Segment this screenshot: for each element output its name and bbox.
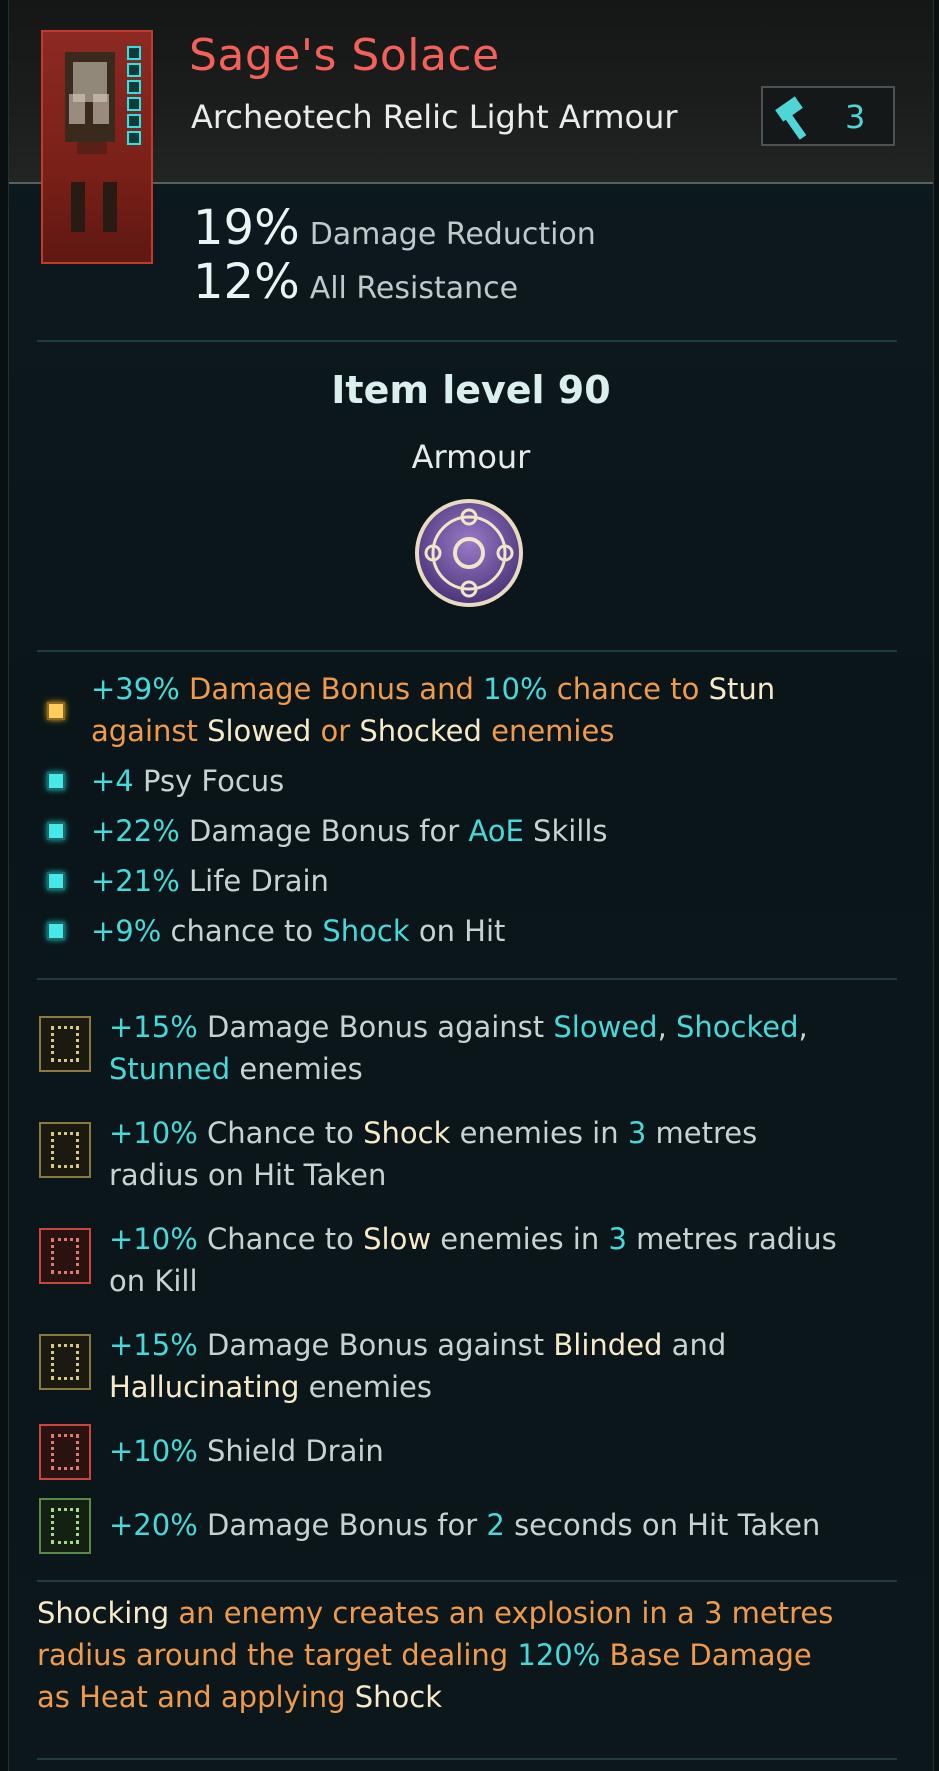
item-type: Archeotech Relic Light Armour (191, 98, 678, 136)
rune-icon (39, 1016, 91, 1072)
socket-icon (127, 97, 141, 111)
affix-bullet-icon (47, 772, 65, 790)
item-tooltip: Sage's Solace Archeotech Relic Light Arm… (8, 0, 934, 1771)
rune-icon (39, 1122, 91, 1178)
socket-icon (127, 80, 141, 94)
stat-label: All Resistance (309, 271, 519, 306)
socket-icon (127, 46, 141, 60)
divider (37, 1758, 897, 1760)
affix-bullet-icon (47, 822, 65, 840)
affix-4: +9% chance to Shock on Hit (91, 914, 506, 948)
divider (37, 1580, 897, 1582)
item-level: Item level 90 (331, 368, 611, 412)
stat-damage-reduction: 19% Damage Reduction (193, 200, 596, 256)
stat-all-resistance: 12% All Resistance (193, 254, 518, 310)
divider (37, 340, 897, 342)
item-portrait (41, 30, 153, 264)
rune-icon (39, 1334, 91, 1390)
affix-0: +39% Damage Bonus and 10% chance to Stun… (91, 672, 776, 748)
stat-value: 19% (193, 200, 300, 256)
affix-2: +22% Damage Bonus for AoE Skills (91, 814, 608, 848)
rune-mod-3: +15% Damage Bonus against Blinded and Ha… (109, 1328, 727, 1404)
socket-icon (127, 114, 141, 128)
unique-effect: Shocking an enemy creates an explosion i… (37, 1596, 834, 1714)
psy-emblem-icon (413, 497, 525, 613)
socket-icon (127, 131, 141, 145)
affix-bullet-icon (47, 922, 65, 940)
stat-label: Damage Reduction (309, 217, 596, 252)
hammer-icon (773, 96, 817, 144)
rune-mod-0: +15% Damage Bonus against Slowed, Shocke… (109, 1010, 808, 1086)
socket-icon (127, 63, 141, 77)
rune-icon (39, 1424, 91, 1480)
divider (37, 650, 897, 652)
modification-count-box: 3 (761, 86, 895, 146)
rune-mod-1: +10% Chance to Shock enemies in 3 metres… (109, 1116, 758, 1192)
rune-icon (39, 1498, 91, 1554)
affix-bullet-icon (47, 872, 65, 890)
affix-1: +4 Psy Focus (91, 764, 285, 798)
rune-mod-4: +10% Shield Drain (109, 1434, 384, 1468)
affix-3: +21% Life Drain (91, 864, 329, 898)
socket-column (127, 46, 145, 148)
stat-value: 12% (193, 254, 300, 310)
rune-mod-5: +20% Damage Bonus for 2 seconds on Hit T… (109, 1508, 821, 1542)
divider (37, 978, 897, 980)
item-name: Sage's Solace (189, 30, 500, 81)
rune-mod-2: +10% Chance to Slow enemies in 3 metres … (109, 1222, 837, 1298)
modification-count: 3 (845, 98, 866, 136)
item-slot: Armour (411, 438, 531, 476)
legendary-affix-bullet-icon (47, 702, 65, 720)
rune-icon (39, 1228, 91, 1284)
